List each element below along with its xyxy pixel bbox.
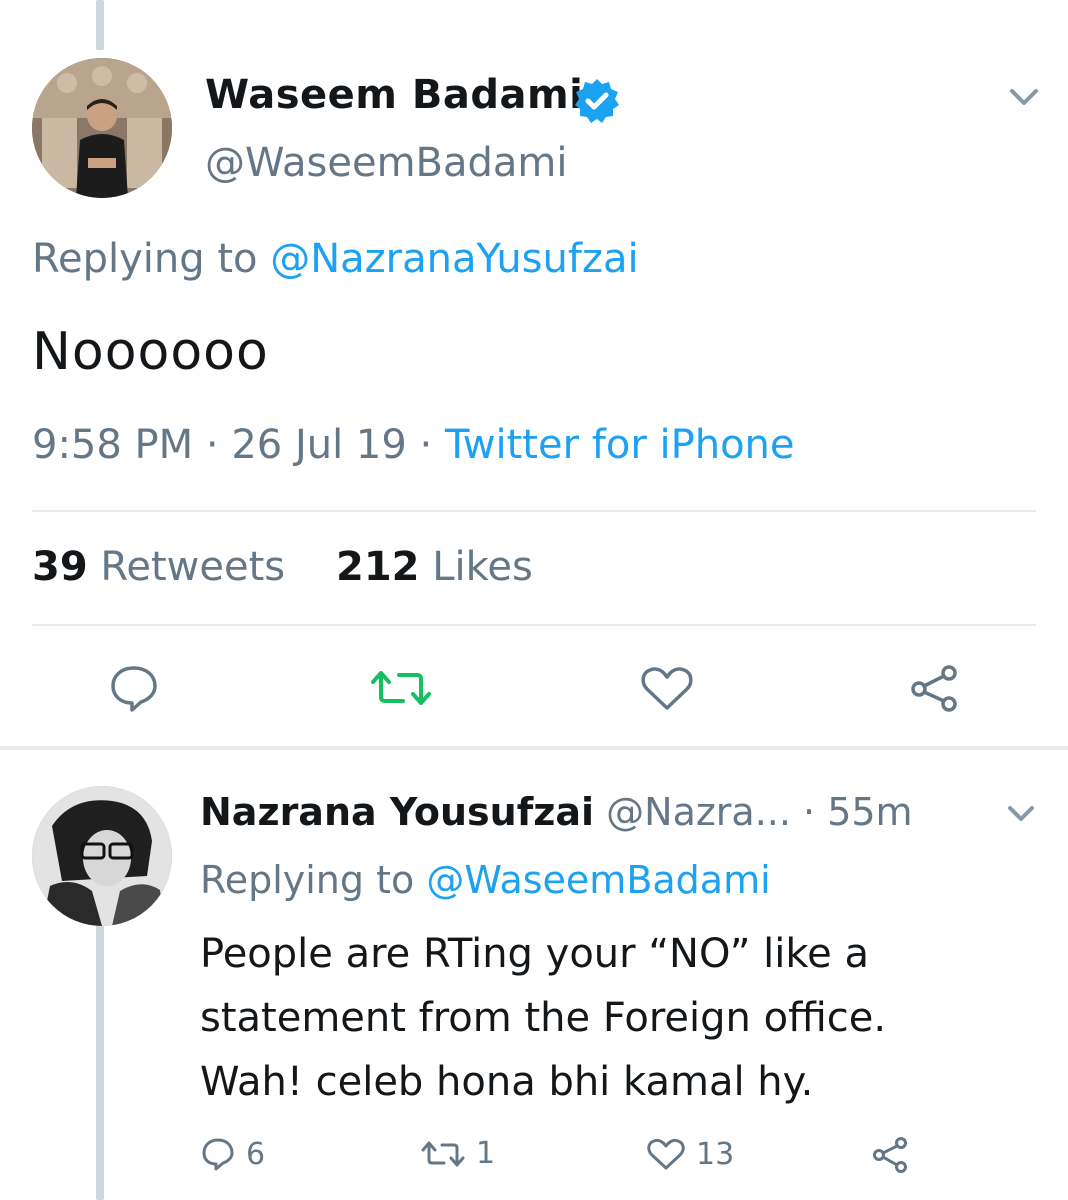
tweet-time[interactable]: 9:58 PM xyxy=(32,422,193,468)
reply-text-line: Wah! celeb hona bhi kamal hy. xyxy=(200,1059,814,1105)
chevron-down-icon[interactable] xyxy=(1004,800,1038,828)
like-count: 13 xyxy=(696,1136,735,1172)
retweet-icon xyxy=(371,671,431,705)
like-button[interactable] xyxy=(636,660,698,716)
replying-to-link[interactable]: @NazranaYusufzai xyxy=(270,236,638,282)
reply-share-button[interactable] xyxy=(870,1136,910,1174)
avatar-reply[interactable] xyxy=(32,786,172,926)
reply-icon xyxy=(202,1138,234,1171)
heart-icon xyxy=(647,1138,685,1170)
reply-count: 6 xyxy=(246,1136,266,1172)
section-divider xyxy=(0,746,1068,750)
verified-badge-icon xyxy=(572,76,622,126)
thread-line-top xyxy=(96,0,104,50)
chevron-down-icon[interactable] xyxy=(1006,82,1042,112)
share-icon xyxy=(873,1137,907,1173)
meta-separator: · xyxy=(406,422,445,468)
likes-label: Likes xyxy=(432,544,533,590)
reply-header: Nazrana Yousufzai @Nazra... · 55m xyxy=(200,790,913,834)
share-button[interactable] xyxy=(904,660,964,716)
reply-text: People are RTing your “NO” like a statem… xyxy=(200,922,1040,1114)
tweet-text: Noooooo xyxy=(32,322,269,382)
reply-reply-button[interactable]: 6 xyxy=(200,1136,265,1172)
retweets-stat[interactable]: 39 Retweets xyxy=(32,544,285,590)
likes-stat[interactable]: 212 Likes xyxy=(336,544,533,590)
reply-button[interactable] xyxy=(104,660,164,716)
retweet-icon xyxy=(421,1141,465,1166)
reply-icon xyxy=(111,666,157,712)
thread-line-bottom xyxy=(96,920,104,1200)
reply-like-button[interactable]: 13 xyxy=(646,1136,734,1172)
reply-handle[interactable]: @Nazra... xyxy=(606,790,791,834)
replying-to: Replying to @NazranaYusufzai xyxy=(32,236,639,282)
reply-replying-to: Replying to @WaseemBadami xyxy=(200,858,771,902)
reply-retweet-button[interactable]: 1 xyxy=(420,1136,495,1171)
retweets-count: 39 xyxy=(32,544,88,590)
replying-to-link[interactable]: @WaseemBadami xyxy=(426,858,770,902)
replying-prefix: Replying to xyxy=(200,858,427,902)
divider xyxy=(32,510,1036,512)
reply-text-line: statement from the Foreign office. xyxy=(200,995,887,1041)
share-icon xyxy=(911,665,957,712)
user-handle[interactable]: @WaseemBadami xyxy=(205,140,567,186)
retweet-button[interactable] xyxy=(366,660,436,716)
tweet-meta: 9:58 PM · 26 Jul 19 · Twitter for iPhone xyxy=(32,422,795,468)
tweet-stats: 39 Retweets 212 Likes xyxy=(32,544,533,590)
reply-display-name[interactable]: Nazrana Yousufzai xyxy=(200,790,594,834)
reply-time[interactable]: · 55m xyxy=(803,790,913,834)
retweet-count: 1 xyxy=(476,1136,496,1171)
retweets-label: Retweets xyxy=(100,544,286,590)
divider xyxy=(32,624,1036,626)
replying-prefix: Replying to xyxy=(32,236,271,282)
avatar-main[interactable] xyxy=(32,58,172,198)
heart-icon xyxy=(641,667,693,710)
reply-text-line: People are RTing your “NO” like a xyxy=(200,931,869,977)
tweet-source[interactable]: Twitter for iPhone xyxy=(445,422,795,468)
display-name[interactable]: Waseem Badami xyxy=(205,72,583,118)
likes-count: 212 xyxy=(336,544,420,590)
tweet-date[interactable]: 26 Jul 19 xyxy=(231,422,407,468)
meta-separator: · xyxy=(193,422,232,468)
